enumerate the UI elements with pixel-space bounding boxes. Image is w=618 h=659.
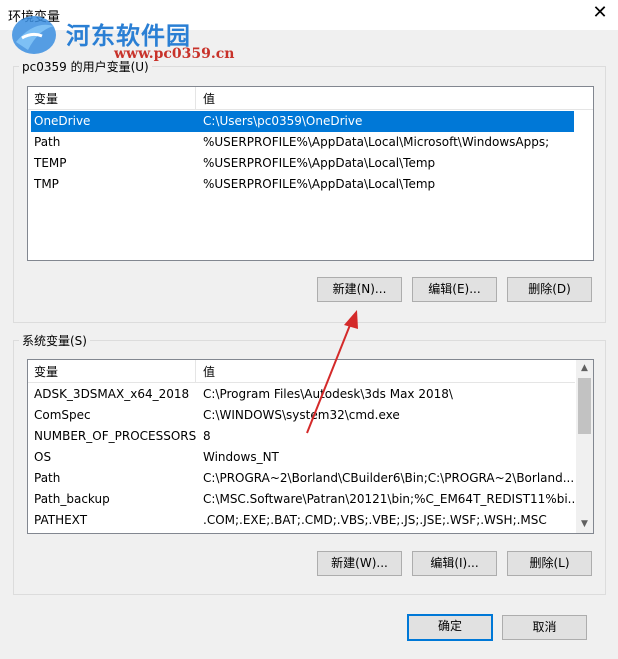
annotation-arrow-icon: [306, 310, 358, 434]
